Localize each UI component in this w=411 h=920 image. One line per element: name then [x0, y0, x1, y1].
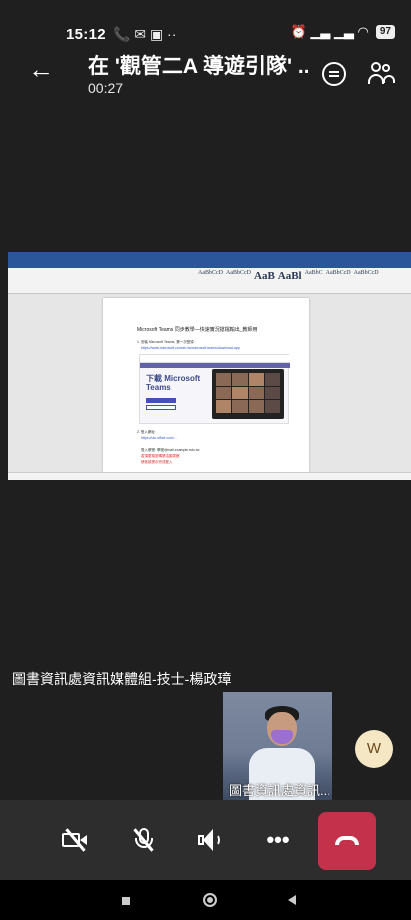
phone-icon — [335, 836, 359, 845]
video-off-icon[interactable] — [56, 820, 96, 860]
status-bar: 15:12 📞 ✉ ▣ ·· ⏰ ▁▃ ▁▃ ◠ 97 — [0, 0, 411, 50]
back-arrow-icon[interactable]: ← — [28, 54, 60, 86]
doc-note-red: 請依據提示完成登入 — [141, 460, 173, 464]
participant-avatar[interactable]: W — [355, 730, 393, 768]
call-header: ← 在 '觀管二A 導遊引隊' ... 00:27 — [0, 50, 411, 102]
more-options-icon[interactable]: ••• — [258, 820, 298, 860]
doc-step1: 1. 安裝 Microsoft Teams, 第一次登錄: — [137, 340, 195, 344]
teams-heading: 下載 Microsoft Teams — [146, 374, 201, 392]
presenter-name: 圖書資訊處資訊媒體組-技士-楊政璋 — [12, 671, 232, 687]
hang-up-button[interactable] — [318, 812, 376, 870]
self-video-label: 圖書資訊處資訊... — [229, 783, 329, 798]
doc-step2: 2. 登入網址: — [137, 430, 156, 434]
word-canvas: Microsoft Teams 同步教學—快速實況搶檔輸出_教師用 1. 安裝 … — [8, 294, 411, 472]
style-sample: AaBbCcD — [198, 270, 223, 276]
style-gallery: AaBbCcD AaBbCcD AaB AaBl AaBbC AaBbCcD A… — [198, 270, 379, 282]
doc-login: 登入帳號: 學號@mail.example.edu.tw — [141, 448, 200, 452]
shared-screen: AaBbCcD AaBbCcD AaB AaBl AaBbC AaBbCcD A… — [8, 252, 411, 480]
word-page: Microsoft Teams 同步教學—快速實況搶檔輸出_教師用 1. 安裝 … — [103, 298, 309, 472]
doc-link: https://www.microsoft.com/zh-tw/microsof… — [141, 346, 240, 350]
back-icon[interactable] — [288, 895, 296, 905]
status-time: 15:12 — [66, 26, 106, 43]
mic-muted-icon[interactable] — [124, 820, 164, 860]
style-sample: AaBbCcD — [353, 270, 379, 276]
teams-download-screenshot: 下載 Microsoft Teams — [139, 354, 290, 424]
style-sample: AaB — [254, 270, 275, 282]
doc-link: https://ulu.office.com/... — [141, 436, 177, 440]
style-sample: AaBbCcD — [226, 270, 251, 276]
recents-icon[interactable] — [122, 897, 130, 905]
signal-icons: ⏰ ▁▃ ▁▃ ◠ — [290, 24, 369, 39]
call-duration: 00:27 — [88, 80, 124, 96]
speaker-icon[interactable] — [190, 820, 230, 860]
style-sample: AaBbC — [304, 270, 323, 276]
word-ribbon: AaBbCcD AaBbCcD AaB AaBl AaBbC AaBbCcD A… — [8, 268, 411, 294]
chat-icon[interactable] — [322, 62, 346, 86]
notification-icons: 📞 ✉ ▣ ·· — [113, 26, 177, 42]
home-icon[interactable] — [203, 893, 217, 907]
system-status-icons: ⏰ ▁▃ ▁▃ ◠ 97 — [291, 24, 395, 40]
style-sample: AaBbCcD — [325, 270, 351, 276]
doc-title: Microsoft Teams 同步教學—快速實況搶檔輸出_教師用 — [137, 327, 258, 333]
android-nav-bar — [0, 880, 411, 920]
call-title: 在 '觀管二A 導遊引隊' ... — [88, 55, 308, 78]
participants-icon[interactable] — [368, 60, 396, 88]
doc-note-red: 若須更換密碼請洽圖書館 — [141, 454, 180, 458]
style-sample: AaBl — [277, 270, 302, 282]
battery-icon: 97 — [375, 25, 395, 39]
laptop-image — [212, 369, 284, 419]
word-title-bar — [8, 252, 411, 262]
word-status-bar — [8, 472, 411, 480]
